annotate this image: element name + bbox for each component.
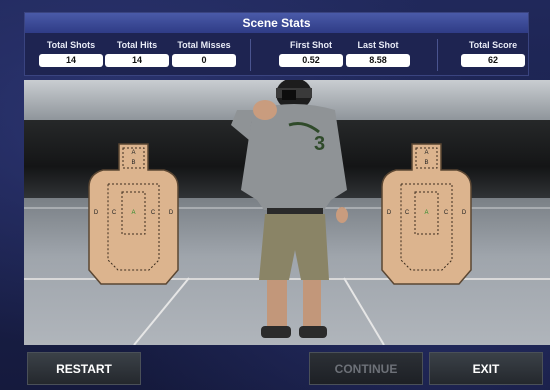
zone-label: A bbox=[131, 150, 135, 156]
zone-label: A bbox=[131, 210, 135, 216]
stat-value: 62 bbox=[461, 54, 525, 67]
zone-label: D bbox=[169, 210, 174, 216]
stats-divider bbox=[250, 39, 251, 71]
shirt-number: 3 bbox=[314, 133, 325, 155]
scene-stats-panel: Scene Stats Total Shots 14 Total Hits 14… bbox=[24, 12, 529, 76]
stat-value: 0 bbox=[172, 54, 236, 67]
zone-label: D bbox=[462, 210, 467, 216]
stats-title: Scene Stats bbox=[25, 13, 528, 33]
stat-first-shot: First Shot 0.52 bbox=[279, 39, 343, 67]
stat-value: 14 bbox=[105, 54, 169, 67]
stat-label: Total Score bbox=[468, 40, 518, 50]
zone-label: C bbox=[151, 210, 156, 216]
stat-label: Total Shots bbox=[46, 40, 96, 50]
target-right[interactable]: A B A D C C D bbox=[379, 142, 474, 287]
stat-total-misses: Total Misses 0 bbox=[172, 39, 236, 67]
restart-button[interactable]: RESTART bbox=[27, 352, 141, 385]
zone-label: D bbox=[387, 210, 392, 216]
stat-value: 14 bbox=[39, 54, 103, 67]
zone-label: B bbox=[424, 160, 428, 166]
stat-label: First Shot bbox=[290, 40, 332, 50]
stat-label: Last Shot bbox=[357, 40, 399, 50]
stat-total-hits: Total Hits 14 bbox=[105, 39, 169, 67]
shooting-range-scene[interactable]: A B A D C C D 3 A B A D C C D bbox=[24, 80, 550, 345]
shooter-figure: 3 bbox=[231, 80, 348, 338]
stat-label: Total Hits bbox=[116, 40, 158, 50]
stat-value: 0.52 bbox=[279, 54, 343, 67]
exit-button[interactable]: EXIT bbox=[429, 352, 543, 385]
stat-last-shot: Last Shot 8.58 bbox=[346, 39, 410, 67]
stat-total-shots: Total Shots 14 bbox=[39, 39, 103, 67]
zone-label: A bbox=[424, 210, 428, 216]
zone-label: A bbox=[424, 150, 428, 156]
stats-divider bbox=[437, 39, 438, 71]
zone-label: C bbox=[405, 210, 410, 216]
continue-button[interactable]: CONTINUE bbox=[309, 352, 423, 385]
zone-label: C bbox=[112, 210, 117, 216]
target-left[interactable]: A B A D C C D bbox=[86, 142, 181, 287]
stat-value: 8.58 bbox=[346, 54, 410, 67]
zone-label: B bbox=[131, 160, 135, 166]
zone-label: D bbox=[94, 210, 99, 216]
stat-total-score: Total Score 62 bbox=[461, 39, 525, 67]
zone-label: C bbox=[444, 210, 449, 216]
stat-label: Total Misses bbox=[177, 40, 231, 50]
